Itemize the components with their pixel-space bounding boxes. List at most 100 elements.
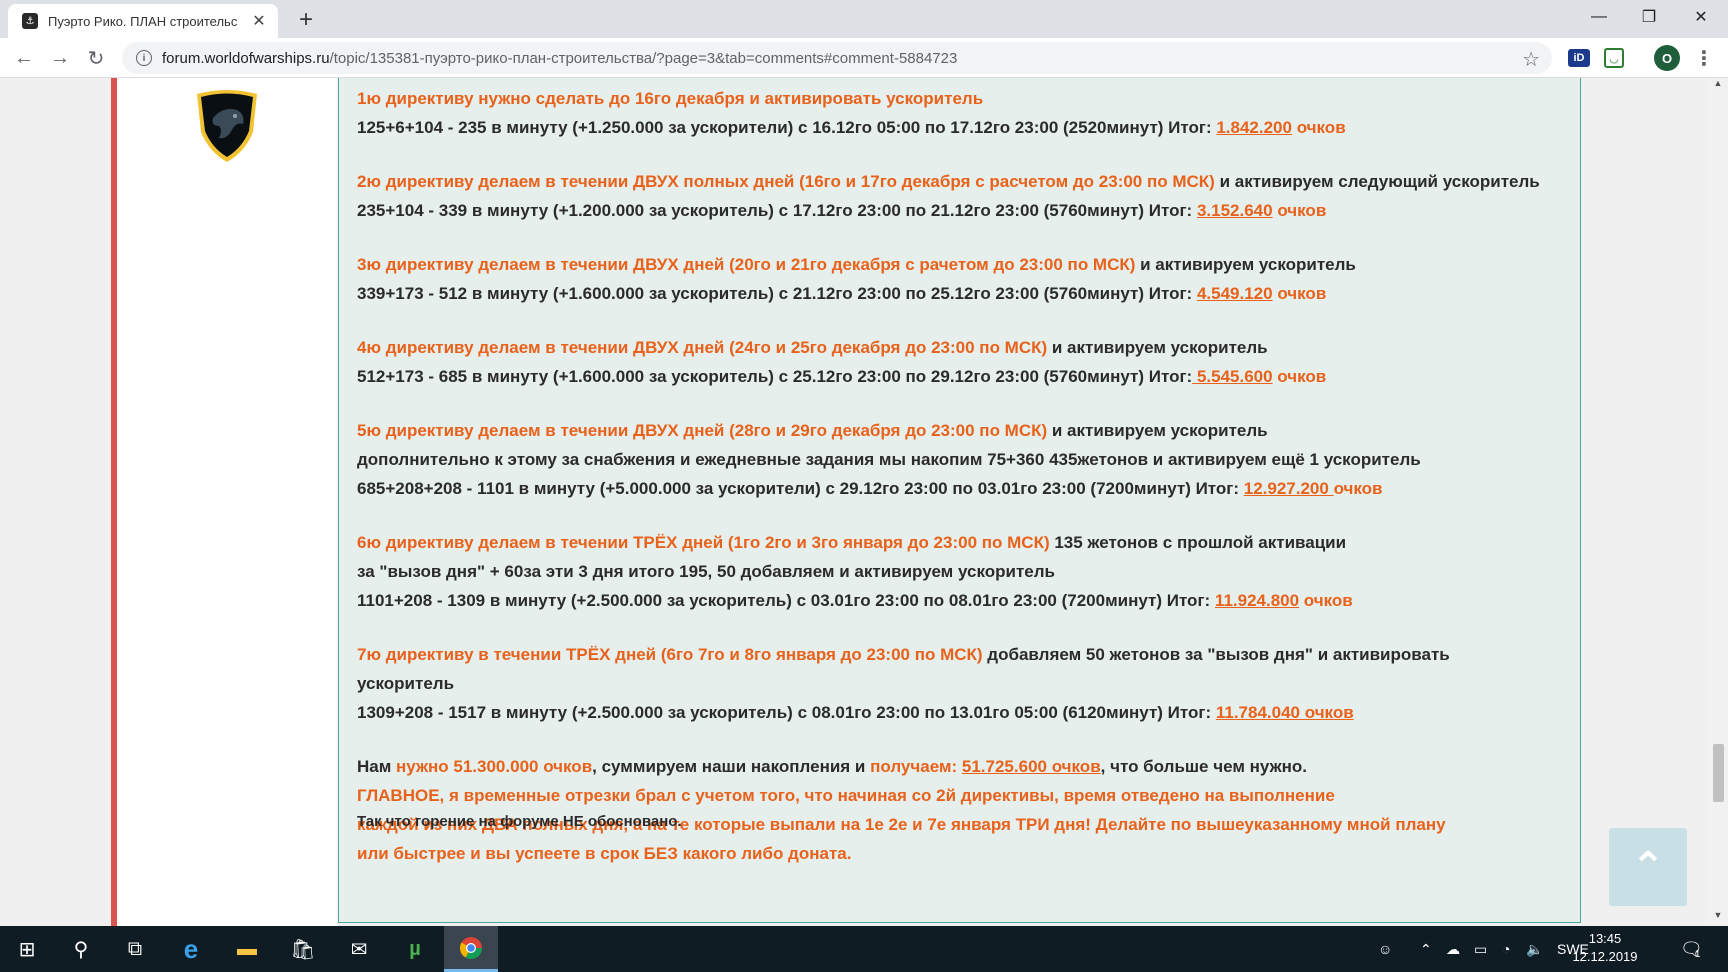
post-paragraph: Нам нужно 51.300.000 очков, суммируем на… bbox=[357, 752, 1580, 868]
post-line: 2ю директиву делаем в течении ДВУХ полны… bbox=[357, 167, 1580, 196]
file-explorer-icon[interactable]: ▬ bbox=[220, 926, 274, 972]
post-paragraph: 6ю директиву делаем в течении ТРЁХ дней … bbox=[357, 528, 1580, 615]
text-segment: 512+173 - 685 в минуту (+1.600.000 за ус… bbox=[357, 367, 1193, 386]
close-tab-icon[interactable]: ✕ bbox=[250, 11, 268, 31]
scroll-up-arrow-icon[interactable]: ▲ bbox=[1708, 78, 1728, 94]
volume-icon[interactable]: 🔈 bbox=[1526, 926, 1543, 972]
post-line: 4ю директиву делаем в течении ДВУХ дней … bbox=[357, 333, 1580, 362]
text-segment: Нам bbox=[357, 757, 397, 776]
url-host: forum.worldofwarships.ru bbox=[162, 49, 330, 67]
wifi-icon[interactable]: ◔ bbox=[1502, 926, 1510, 972]
post-line: 512+173 - 685 в минуту (+1.600.000 за ус… bbox=[357, 362, 1580, 391]
score-link[interactable]: 1.842.200 bbox=[1216, 118, 1292, 137]
text-segment: добавляем 50 жетонов за "вызов дня" и ак… bbox=[982, 645, 1450, 664]
scrollbar-thumb[interactable] bbox=[1713, 744, 1724, 802]
pocket-extension-icon[interactable]: ◡ bbox=[1604, 48, 1624, 68]
post-line: за "вызов дня" + 60за эти 3 дня итого 19… bbox=[357, 557, 1580, 586]
text-segment: 125+6+104 - 235 в минуту (+1.250.000 за … bbox=[357, 118, 1217, 137]
text-segment: 6ю директиву делаем в течении ТРЁХ дней … bbox=[357, 533, 1050, 552]
forum-post-body: 1ю директиву нужно сделать до 16го декаб… bbox=[338, 78, 1581, 923]
text-segment: 3ю директиву делаем в течении ДВУХ дней … bbox=[357, 255, 1136, 274]
post-line: или быстрее и вы успеете в срок БЕЗ како… bbox=[357, 839, 1580, 868]
text-segment: 135 жетонов с прошлой активации bbox=[1049, 533, 1347, 552]
post-line: 1309+208 - 1517 в минуту (+2.500.000 за … bbox=[357, 698, 1580, 727]
score-link[interactable]: 11.784.040 очков bbox=[1216, 703, 1354, 722]
post-line: 685+208+208 - 1101 в минуту (+5.000.000 … bbox=[357, 474, 1580, 503]
browser-tab[interactable]: ⚓ Пуэрто Рико. ПЛАН строительс ✕ bbox=[8, 4, 278, 38]
close-window-button[interactable]: ✕ bbox=[1676, 0, 1726, 34]
text-segment: 1309+208 - 1517 в минуту (+2.500.000 за … bbox=[357, 703, 1216, 722]
clan-shield-icon[interactable] bbox=[193, 88, 261, 164]
post-line: ГЛАВНОЕ, я временные отрезки брал с учет… bbox=[357, 781, 1580, 810]
menu-dots-icon[interactable]: ⋮ bbox=[1692, 46, 1716, 70]
post-line: 7ю директиву в течении ТРЁХ дней (6го 7г… bbox=[357, 640, 1580, 669]
text-segment: 5ю директиву делаем в течении ДВУХ дней … bbox=[357, 421, 1048, 440]
text-segment: получаем: bbox=[870, 757, 962, 776]
site-favicon-icon: ⚓ bbox=[22, 13, 38, 29]
score-link[interactable]: 5.545.600 bbox=[1192, 367, 1273, 386]
score-link[interactable]: 12.927.200 bbox=[1244, 479, 1334, 498]
edge-browser-icon[interactable]: e bbox=[164, 926, 218, 972]
forward-arrow-icon[interactable]: → bbox=[46, 44, 74, 72]
back-arrow-icon[interactable]: ← bbox=[10, 44, 38, 72]
text-segment: очков bbox=[1272, 201, 1327, 220]
people-icon[interactable]: ☺ bbox=[1378, 926, 1392, 972]
chrome-taskbar-icon[interactable] bbox=[444, 926, 498, 972]
text-segment: , что больше чем нужно. bbox=[1100, 757, 1307, 776]
text-segment: ГЛАВНОЕ, я временные отрезки брал с учет… bbox=[357, 786, 1335, 805]
battery-icon[interactable]: ▭ bbox=[1474, 926, 1487, 972]
text-segment: , суммируем наши накопления и bbox=[592, 757, 871, 776]
score-link[interactable]: 11.924.800 bbox=[1215, 591, 1299, 610]
utorrent-icon[interactable]: µ bbox=[388, 926, 442, 972]
score-link[interactable]: 3.152.640 bbox=[1197, 201, 1273, 220]
browser-toolbar: ← → ↻ i forum.worldofwarships.ru/topic/1… bbox=[0, 38, 1728, 78]
text-segment: 235+104 - 339 в минуту (+1.200.000 за ус… bbox=[357, 201, 1197, 220]
site-info-icon[interactable]: i bbox=[136, 50, 152, 66]
scroll-down-arrow-icon[interactable]: ▼ bbox=[1708, 910, 1728, 926]
system-clock[interactable]: 13:45 12.12.2019 bbox=[1565, 930, 1645, 966]
id-extension-icon[interactable]: iD bbox=[1568, 49, 1590, 67]
restore-button[interactable]: ❐ bbox=[1624, 0, 1674, 34]
text-segment: очков bbox=[1272, 367, 1327, 386]
search-icon[interactable]: ⚲ bbox=[54, 926, 108, 972]
score-link[interactable]: 51.725.600 очков bbox=[962, 757, 1101, 776]
text-segment: 339+173 - 512 в минуту (+1.600.000 за ус… bbox=[357, 284, 1197, 303]
minimize-button[interactable]: — bbox=[1574, 0, 1624, 34]
task-view-icon[interactable]: ⧉ bbox=[108, 926, 162, 972]
score-link[interactable]: 4.549.120 bbox=[1197, 284, 1273, 303]
notification-icon[interactable]: 🗨 1 bbox=[1680, 926, 1703, 972]
profile-avatar[interactable]: O bbox=[1654, 45, 1680, 71]
notification-count: 1 bbox=[1694, 948, 1701, 960]
post-paragraph: 4ю директиву делаем в течении ДВУХ дней … bbox=[357, 333, 1580, 391]
mail-icon[interactable]: ✉ bbox=[332, 926, 386, 972]
page-scrollbar[interactable]: ▲ ▼ bbox=[1708, 78, 1728, 926]
bookmark-star-icon[interactable]: ☆ bbox=[1522, 47, 1540, 72]
text-segment: 1ю директиву нужно сделать до 16го декаб… bbox=[357, 89, 984, 108]
post-paragraph: 2ю директиву делаем в течении ДВУХ полны… bbox=[357, 167, 1580, 225]
post-line: 5ю директиву делаем в течении ДВУХ дней … bbox=[357, 416, 1580, 445]
onedrive-icon[interactable]: ☁ bbox=[1446, 926, 1460, 972]
post-final-note: Так что горение на форуме НЕ обосновано. bbox=[357, 813, 682, 830]
reload-icon[interactable]: ↻ bbox=[82, 44, 110, 72]
windows-start-icon[interactable]: ⊞ bbox=[0, 926, 54, 972]
address-bar[interactable]: i forum.worldofwarships.ru/topic/135381-… bbox=[122, 42, 1552, 74]
post-line: 235+104 - 339 в минуту (+1.200.000 за ус… bbox=[357, 196, 1580, 225]
text-segment: 2ю директиву делаем в течении ДВУХ полны… bbox=[357, 172, 1215, 191]
post-line: Нам нужно 51.300.000 очков, суммируем на… bbox=[357, 752, 1580, 781]
text-segment: очков bbox=[1333, 479, 1383, 498]
new-tab-button[interactable]: + bbox=[292, 6, 320, 34]
post-line: 1101+208 - 1309 в минуту (+2.500.000 за … bbox=[357, 586, 1580, 615]
text-segment: за "вызов дня" + 60за эти 3 дня итого 19… bbox=[357, 562, 1055, 581]
text-segment: 4ю директиву делаем в течении ДВУХ дней … bbox=[357, 338, 1048, 357]
text-segment: или быстрее и вы успеете в срок БЕЗ како… bbox=[357, 844, 852, 863]
store-icon[interactable]: 🛍 bbox=[276, 926, 330, 972]
text-segment: ускоритель bbox=[357, 674, 455, 693]
post-line: 6ю директиву делаем в течении ТРЁХ дней … bbox=[357, 528, 1580, 557]
url-path: /topic/135381-пуэрто-рико-план-строитель… bbox=[329, 49, 958, 67]
author-column bbox=[117, 78, 337, 926]
tray-chevron-icon[interactable]: ⌃ bbox=[1420, 926, 1432, 972]
scroll-to-top-button[interactable]: ⌃ bbox=[1609, 828, 1687, 906]
text-segment: очков bbox=[1291, 118, 1346, 137]
text-segment: 685+208+208 - 1101 в минуту (+5.000.000 … bbox=[357, 479, 1244, 498]
page-viewport: 1ю директиву нужно сделать до 16го декаб… bbox=[0, 78, 1728, 926]
